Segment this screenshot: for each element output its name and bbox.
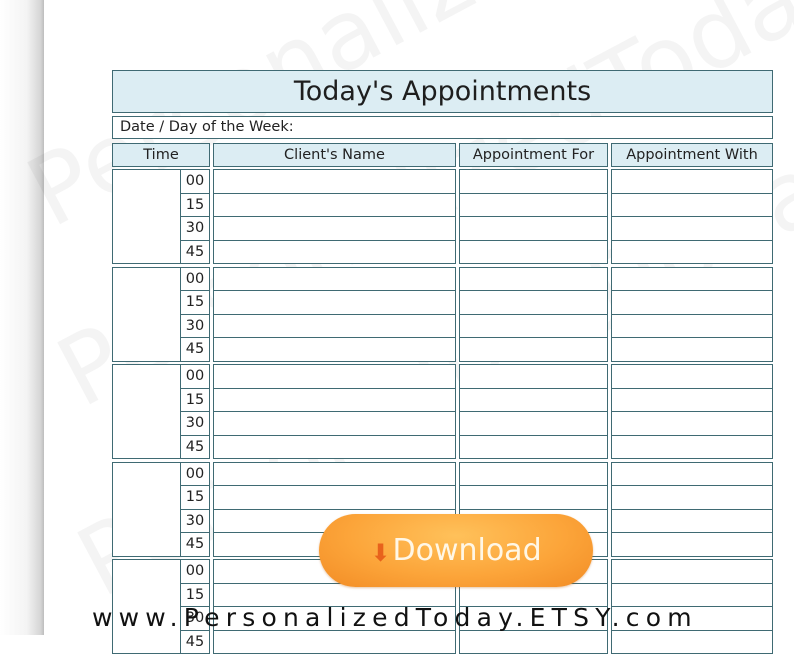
appointment-with-cell[interactable] — [611, 193, 773, 218]
appointment-for-cell[interactable] — [459, 435, 608, 460]
minute-label: 00 — [180, 169, 210, 194]
appointment-for-cell[interactable] — [459, 364, 608, 389]
minute-label: 45 — [180, 337, 210, 362]
column-header-appointment-for: Appointment For — [459, 143, 608, 167]
appointment-for-cell[interactable] — [459, 290, 608, 315]
column-header-time: Time — [112, 143, 210, 167]
appointment-with-cell[interactable] — [611, 630, 773, 654]
appointment-with-cell[interactable] — [611, 462, 773, 487]
appointment-for-cell[interactable] — [459, 388, 608, 413]
date-field[interactable]: Date / Day of the Week: — [112, 116, 773, 139]
client-name-cell[interactable] — [213, 216, 456, 241]
footer-url: www.PersonalizedToday.ETSY.com — [92, 603, 698, 632]
appointment-for-cell[interactable] — [459, 216, 608, 241]
client-name-cell[interactable] — [213, 290, 456, 315]
client-name-cell[interactable] — [213, 364, 456, 389]
hour-cell[interactable] — [112, 364, 182, 459]
download-label: Download — [392, 533, 541, 568]
client-name-cell[interactable] — [213, 267, 456, 292]
appointment-with-cell[interactable] — [611, 411, 773, 436]
minute-label: 30 — [180, 216, 210, 241]
hour-cell[interactable] — [112, 462, 182, 557]
appointment-with-cell[interactable] — [611, 509, 773, 534]
minute-label: 00 — [180, 267, 210, 292]
hour-cell[interactable] — [112, 267, 182, 362]
appointment-for-cell[interactable] — [459, 267, 608, 292]
appointment-with-cell[interactable] — [611, 290, 773, 315]
appointment-with-cell[interactable] — [611, 435, 773, 460]
client-name-cell[interactable] — [213, 193, 456, 218]
appointment-with-cell[interactable] — [611, 364, 773, 389]
client-name-cell[interactable] — [213, 485, 456, 510]
appointment-for-cell[interactable] — [459, 485, 608, 510]
minute-label: 30 — [180, 411, 210, 436]
appointment-for-cell[interactable] — [459, 240, 608, 265]
hour-cell[interactable] — [112, 169, 182, 264]
client-name-cell[interactable] — [213, 462, 456, 487]
minute-label: 45 — [180, 435, 210, 460]
column-header-appointment-with: Appointment With — [611, 143, 773, 167]
appointment-with-cell[interactable] — [611, 337, 773, 362]
appointment-with-cell[interactable] — [611, 314, 773, 339]
download-button[interactable]: ⬇ Download — [319, 514, 593, 587]
client-name-cell[interactable] — [213, 169, 456, 194]
minute-label: 15 — [180, 388, 210, 413]
appointment-with-cell[interactable] — [611, 388, 773, 413]
minute-label: 15 — [180, 290, 210, 315]
appointment-for-cell[interactable] — [459, 169, 608, 194]
appointment-with-cell[interactable] — [611, 240, 773, 265]
client-name-cell[interactable] — [213, 314, 456, 339]
down-arrow-icon: ⬇ — [370, 539, 390, 567]
appointment-for-cell[interactable] — [459, 193, 608, 218]
client-name-cell[interactable] — [213, 435, 456, 460]
appointment-with-cell[interactable] — [611, 216, 773, 241]
minute-label: 30 — [180, 509, 210, 534]
column-header-client-name: Client's Name — [213, 143, 456, 167]
minute-label: 15 — [180, 485, 210, 510]
page-shadow — [0, 0, 44, 635]
client-name-cell[interactable] — [213, 337, 456, 362]
minute-label: 00 — [180, 364, 210, 389]
minute-label: 00 — [180, 559, 210, 584]
minute-label: 00 — [180, 462, 210, 487]
appointment-for-cell[interactable] — [459, 411, 608, 436]
client-name-cell[interactable] — [213, 388, 456, 413]
client-name-cell[interactable] — [213, 411, 456, 436]
appointment-with-cell[interactable] — [611, 532, 773, 557]
appointment-with-cell[interactable] — [611, 559, 773, 584]
minute-label: 45 — [180, 630, 210, 654]
title-text: Today's Appointments — [294, 76, 591, 107]
appointment-for-cell[interactable] — [459, 337, 608, 362]
client-name-cell[interactable] — [213, 630, 456, 654]
client-name-cell[interactable] — [213, 240, 456, 265]
minute-label: 15 — [180, 193, 210, 218]
appointment-with-cell[interactable] — [611, 485, 773, 510]
minute-label: 30 — [180, 314, 210, 339]
appointment-for-cell[interactable] — [459, 630, 608, 654]
appointment-for-cell[interactable] — [459, 314, 608, 339]
appointment-with-cell[interactable] — [611, 267, 773, 292]
page-title: Today's Appointments — [112, 70, 773, 113]
date-label: Date / Day of the Week: — [120, 119, 294, 135]
minute-label: 45 — [180, 240, 210, 265]
appointment-with-cell[interactable] — [611, 169, 773, 194]
appointment-for-cell[interactable] — [459, 462, 608, 487]
minute-label: 45 — [180, 532, 210, 557]
